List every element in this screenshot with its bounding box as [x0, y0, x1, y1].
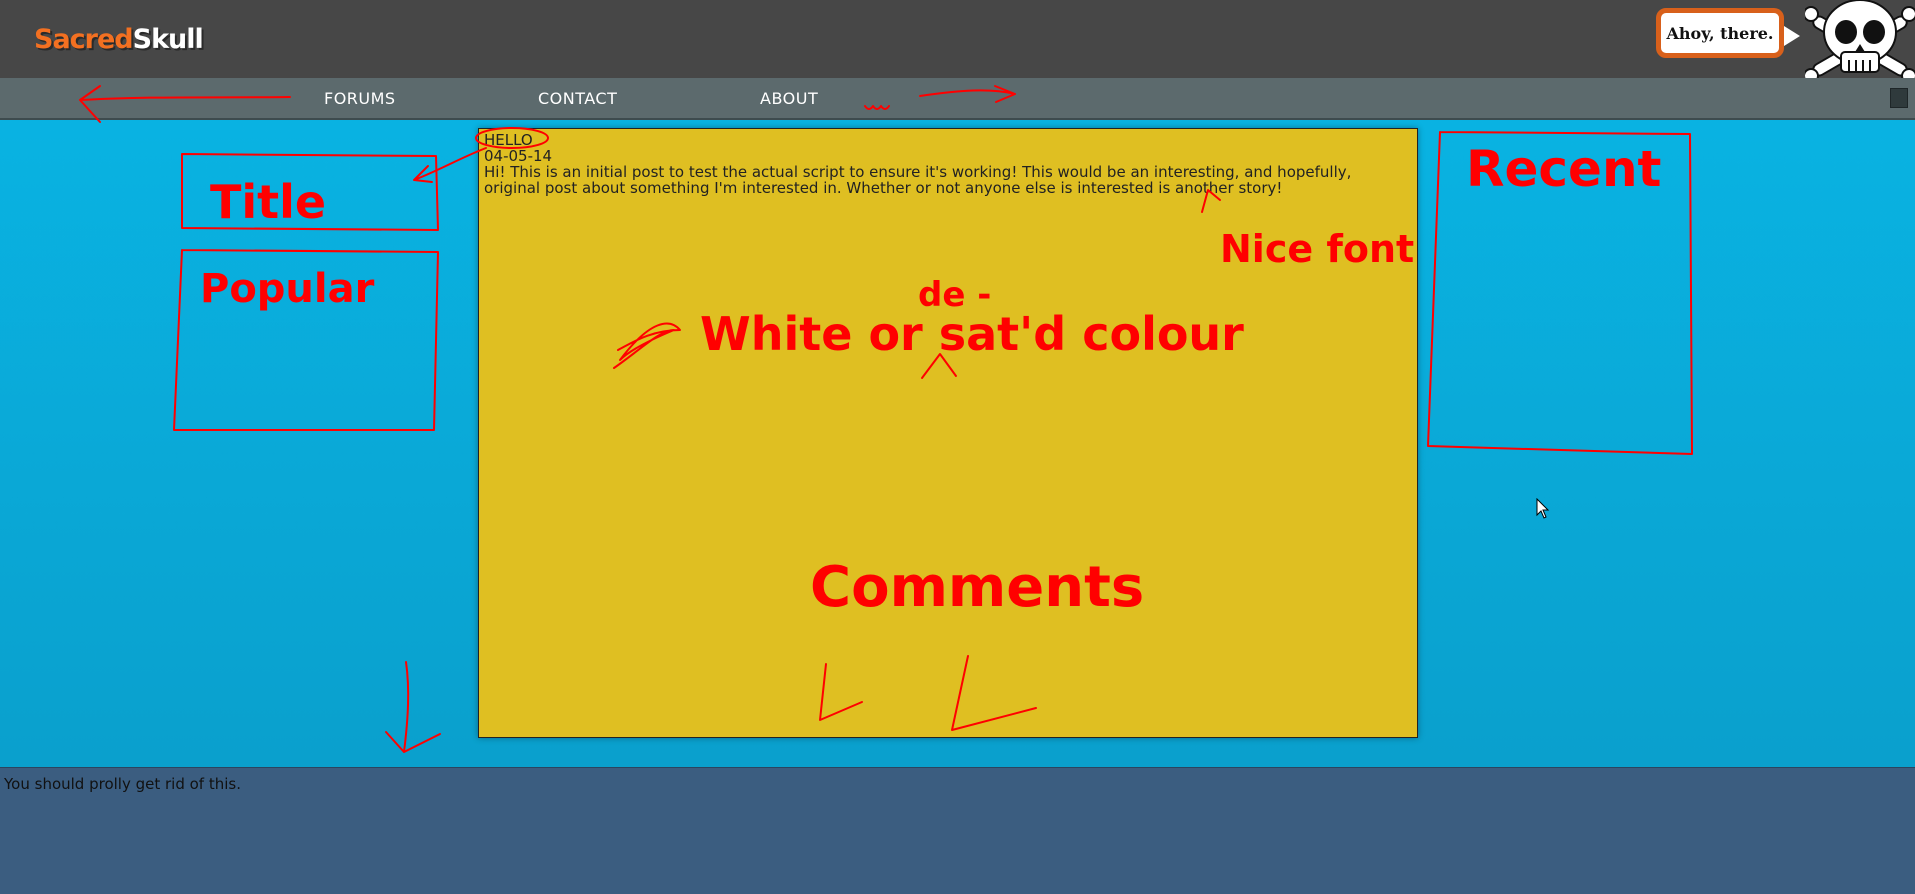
annotation-popular-label: Popular: [200, 266, 375, 312]
greeting-speech-bubble: Ahoy, there.: [1656, 8, 1784, 58]
footer-text: You should prolly get rid of this.: [4, 775, 241, 793]
annotation-title-label: Title: [210, 175, 326, 229]
greeting-text: Ahoy, there.: [1666, 23, 1774, 43]
blog-post: HELLO 04-05-14 Hi! This is an initial po…: [478, 128, 1418, 738]
post-body: Hi! This is an initial post to test the …: [484, 163, 1352, 197]
main-nav-bar: FORUMS CONTACT ABOUT: [0, 78, 1915, 120]
mouse-cursor-icon: [1536, 498, 1550, 519]
annotation-recent-label: Recent: [1466, 140, 1661, 198]
nav-forums-link[interactable]: FORUMS: [324, 89, 396, 108]
nav-contact-link[interactable]: CONTACT: [538, 89, 617, 108]
post-date: 04-05-14: [484, 147, 553, 165]
hello-arrow-annotation: [413, 147, 487, 183]
skull-crossbones-icon: [1805, 0, 1915, 80]
speech-bubble-tail: [1784, 26, 1800, 46]
down-arrow-annotation: [385, 661, 441, 753]
site-logo[interactable]: SacredSkull: [34, 24, 204, 55]
nav-about-link[interactable]: ABOUT: [760, 89, 818, 108]
title-box-annotation: [181, 153, 439, 231]
site-header: SacredSkull Ahoy, there.: [0, 0, 1915, 80]
logo-part-skull: Skull: [132, 24, 204, 55]
popular-box-annotation: [173, 249, 439, 431]
nav-corner-icon[interactable]: [1890, 88, 1908, 108]
site-footer: You should prolly get rid of this.: [0, 767, 1915, 894]
post-title[interactable]: HELLO: [484, 132, 1412, 148]
recent-box-annotation: [1427, 131, 1693, 455]
logo-part-sacred: Sacred: [34, 24, 134, 55]
